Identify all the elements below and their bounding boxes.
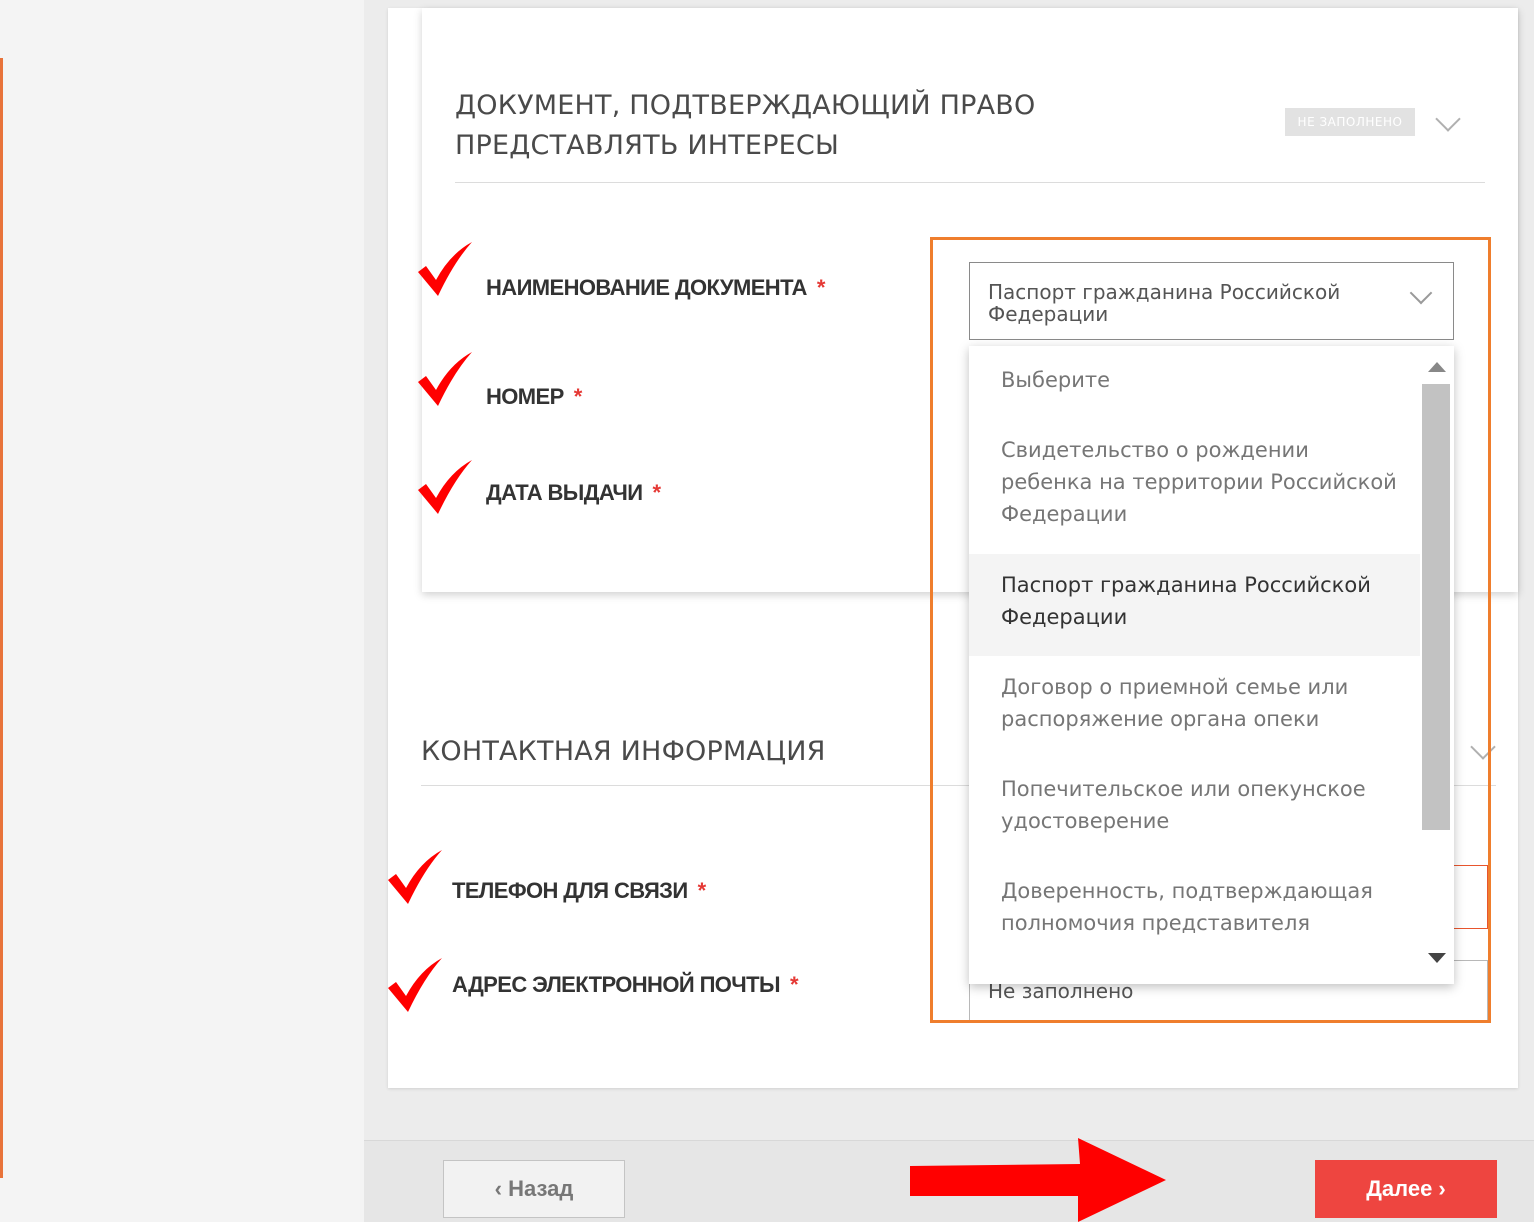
- doc-name-label-text: НАИМЕНОВАНИЕ ДОКУМЕНТА: [486, 275, 807, 300]
- highlight-frame: [930, 237, 1491, 1023]
- checkmark-icon: [418, 352, 472, 406]
- required-star: *: [573, 384, 583, 409]
- contact-section-title: КОНТАКТНАЯ ИНФОРМАЦИЯ: [421, 736, 826, 767]
- required-star: *: [697, 878, 707, 903]
- divider: [455, 182, 1485, 183]
- arrow-right-icon: [910, 1138, 1166, 1222]
- left-accent-line: [0, 58, 3, 1178]
- date-label: ДАТА ВЫДАЧИ *: [486, 480, 662, 506]
- left-panel: [0, 0, 364, 1222]
- next-button[interactable]: Далее ›: [1315, 1160, 1497, 1218]
- phone-label: ТЕЛЕФОН ДЛЯ СВЯЗИ *: [452, 878, 706, 904]
- doc-name-label: НАИМЕНОВАНИЕ ДОКУМЕНТА *: [486, 275, 825, 301]
- checkmark-icon: [388, 850, 442, 904]
- number-label-text: НОМЕР: [486, 384, 564, 409]
- checkmark-icon: [418, 242, 472, 296]
- doc-section-title: ДОКУМЕНТ, ПОДТВЕРЖДАЮЩИЙ ПРАВО ПРЕДСТАВЛ…: [455, 90, 1036, 161]
- required-star: *: [816, 275, 826, 300]
- checkmark-icon: [418, 460, 472, 514]
- checkmark-icon: [388, 958, 442, 1012]
- date-label-text: ДАТА ВЫДАЧИ: [486, 480, 643, 505]
- number-label: НОМЕР *: [486, 384, 582, 410]
- email-label: АДРЕС ЭЛЕКТРОННОЙ ПОЧТЫ *: [452, 972, 799, 998]
- email-label-text: АДРЕС ЭЛЕКТРОННОЙ ПОЧТЫ: [452, 972, 781, 997]
- required-star: *: [789, 972, 799, 997]
- back-button[interactable]: ‹ Назад: [443, 1160, 625, 1218]
- required-star: *: [652, 480, 662, 505]
- status-badge: НЕ ЗАПОЛНЕНО: [1285, 108, 1415, 136]
- phone-label-text: ТЕЛЕФОН ДЛЯ СВЯЗИ: [452, 878, 688, 903]
